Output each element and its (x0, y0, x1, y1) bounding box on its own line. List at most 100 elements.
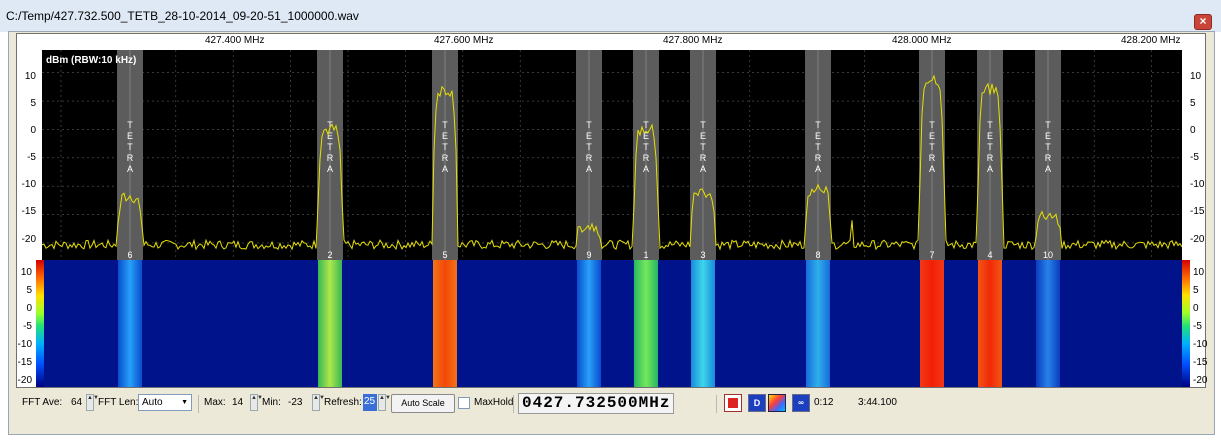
wf-tick-label: -10 (1193, 339, 1208, 350)
fft-ave-spinner-icon[interactable]: ▲▼ (86, 394, 99, 411)
channel-tag-letter: E (929, 131, 935, 141)
channel-tag-letter: E (815, 131, 821, 141)
channel-tag-letter: T (442, 120, 448, 130)
record-button[interactable] (724, 394, 742, 412)
freq-label: 427.400 MHz (205, 35, 265, 46)
stop-icon (728, 398, 738, 408)
total-time: 3:44.100 (858, 397, 897, 408)
fft-len-select[interactable]: Auto ▼ (138, 394, 192, 411)
channel-tag-letter: T (700, 142, 706, 152)
min-spinner-icon[interactable]: ▲▼ (312, 394, 325, 411)
wf-tick-label: 5 (26, 285, 32, 296)
y-tick-label: -10 (1190, 179, 1205, 190)
color-palette-icon[interactable] (768, 394, 786, 412)
y-tick-label: -20 (1190, 234, 1205, 245)
max-spinner-icon[interactable]: ▲▼ (250, 394, 263, 411)
wf-tick-label: -10 (17, 339, 32, 350)
wf-tick-label: 10 (1193, 267, 1205, 278)
channel-tag-letter: R (700, 153, 707, 163)
channel-tag-letter: R (586, 153, 593, 163)
y-tick-label: 10 (1190, 71, 1202, 82)
channel-number: 10 (1043, 250, 1053, 260)
channel-tag-letter: T (127, 142, 133, 152)
wf-tick-label: -15 (17, 357, 32, 368)
divider (513, 395, 514, 413)
y-tick-label: 5 (1190, 98, 1196, 109)
toolbar: FFT Ave: 64 ▲▼ FFT Len: Auto ▼ Max: 14 ▲▼… (16, 392, 1206, 416)
chevron-down-icon: ▼ (181, 399, 188, 406)
channel-tag-letter: T (700, 120, 706, 130)
channel-tag-letter: T (987, 120, 993, 130)
wf-tick-label: 10 (20, 267, 32, 278)
channel-tag-letter: A (586, 164, 592, 174)
channel-number: 7 (929, 250, 934, 260)
waterfall-band (318, 260, 342, 387)
maxhold-checkbox[interactable] (458, 397, 470, 409)
channel-number: 1 (643, 250, 648, 260)
channel-tag-letter: T (327, 142, 333, 152)
colorbar-right (1182, 260, 1190, 387)
channel-tag-letter: T (929, 120, 935, 130)
channel-tag-letter: E (700, 131, 706, 141)
divider (198, 395, 199, 413)
channel-tag-letter: A (643, 164, 649, 174)
channel-tag-letter: R (815, 153, 822, 163)
y-tick-label: -5 (1190, 152, 1199, 163)
refresh-spinner-icon[interactable]: ▲▼ (378, 394, 391, 411)
refresh-value[interactable]: 25 (363, 394, 377, 411)
waterfall-band (920, 260, 944, 387)
max-value[interactable]: 14 (232, 397, 243, 408)
spectrum-plot[interactable]: TETRA6TETRA2TETRA5TETRA9TETRA1TETRA3TETR… (42, 50, 1182, 260)
auto-scale-button[interactable]: Auto Scale (391, 394, 455, 413)
channel-tag-letter: A (700, 164, 706, 174)
frequency-display[interactable]: 0427.732500MHz (518, 393, 675, 414)
channel-tag-letter: A (327, 164, 333, 174)
channel-number: 3 (700, 250, 705, 260)
channel-tag-letter: T (586, 120, 592, 130)
channel-tag-letter: A (1045, 164, 1051, 174)
channel-tag-letter: A (987, 164, 993, 174)
y-tick-label: -20 (21, 234, 36, 245)
channel-tag-letter: T (442, 142, 448, 152)
channel-tag-letter: T (643, 142, 649, 152)
close-icon[interactable]: × (1194, 14, 1212, 30)
channel-tag-letter: T (815, 120, 821, 130)
fft-len-value: Auto (142, 397, 163, 408)
fft-ave-value[interactable]: 64 (71, 397, 82, 408)
channel-tag-letter: E (327, 131, 333, 141)
freq-label: 427.800 MHz (663, 35, 723, 46)
colorbar-left (36, 260, 44, 387)
channel-tag-letter: T (127, 120, 133, 130)
channel-tag-letter: A (815, 164, 821, 174)
y-tick-label: 0 (30, 125, 36, 136)
loop-icon[interactable]: ∞ (792, 394, 810, 412)
channel-tag-letter: T (815, 142, 821, 152)
channel-tag-letter: T (1045, 120, 1051, 130)
channel-tag-letter: R (929, 153, 936, 163)
channel-tag-letter: R (643, 153, 650, 163)
waterfall-plot[interactable] (42, 260, 1182, 387)
min-value[interactable]: -23 (288, 397, 302, 408)
waterfall-band (691, 260, 715, 387)
maxhold-label: MaxHold (474, 397, 514, 408)
wf-tick-label: 0 (1193, 303, 1199, 314)
wf-tick-label: -20 (17, 375, 32, 386)
d-button[interactable]: D (748, 394, 766, 412)
channel-number: 8 (815, 250, 820, 260)
freq-label: 428.200 MHz (1121, 35, 1181, 46)
y-tick-label: 10 (24, 71, 36, 82)
channel-number: 2 (327, 250, 332, 260)
channel-tag-letter: E (586, 131, 592, 141)
channel-tag-letter: T (1045, 142, 1051, 152)
channel-tag-letter: T (643, 120, 649, 130)
divider (716, 395, 717, 413)
channel-tag-letter: R (327, 153, 334, 163)
wf-tick-label: 5 (1193, 285, 1199, 296)
y-tick-label: -15 (1190, 206, 1205, 217)
channel-tag-letter: R (987, 153, 994, 163)
channel-number: 4 (987, 250, 992, 260)
wf-tick-label: 0 (26, 303, 32, 314)
max-label: Max: (204, 397, 226, 408)
waterfall-band (577, 260, 601, 387)
channel-number: 6 (127, 250, 132, 260)
